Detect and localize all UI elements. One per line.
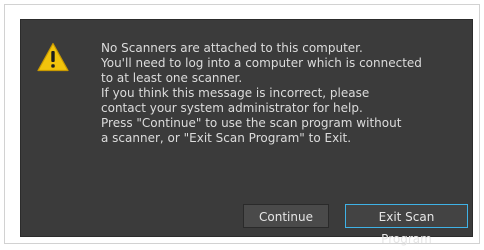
message-line: contact your system administrator for he… bbox=[101, 101, 363, 115]
warning-icon bbox=[37, 42, 69, 72]
message-line: to at least one scanner. bbox=[101, 71, 243, 85]
continue-button[interactable]: Continue bbox=[243, 204, 329, 228]
message-line: a scanner, or "Exit Scan Program" to Exi… bbox=[101, 131, 352, 145]
screenshot-frame: No Scanners are attached to this compute… bbox=[4, 4, 480, 246]
message-line: Press "Continue" to use the scan program… bbox=[101, 116, 402, 130]
message-line: If you think this message is incorrect, … bbox=[101, 86, 370, 100]
dialog-message: No Scanners are attached to this compute… bbox=[101, 41, 471, 146]
message-line: You'll need to log into a computer which… bbox=[101, 56, 422, 70]
message-line: No Scanners are attached to this compute… bbox=[101, 41, 363, 55]
scanner-warning-dialog: No Scanners are attached to this compute… bbox=[20, 19, 473, 246]
exit-scan-program-button[interactable]: Exit Scan Program bbox=[345, 204, 468, 246]
